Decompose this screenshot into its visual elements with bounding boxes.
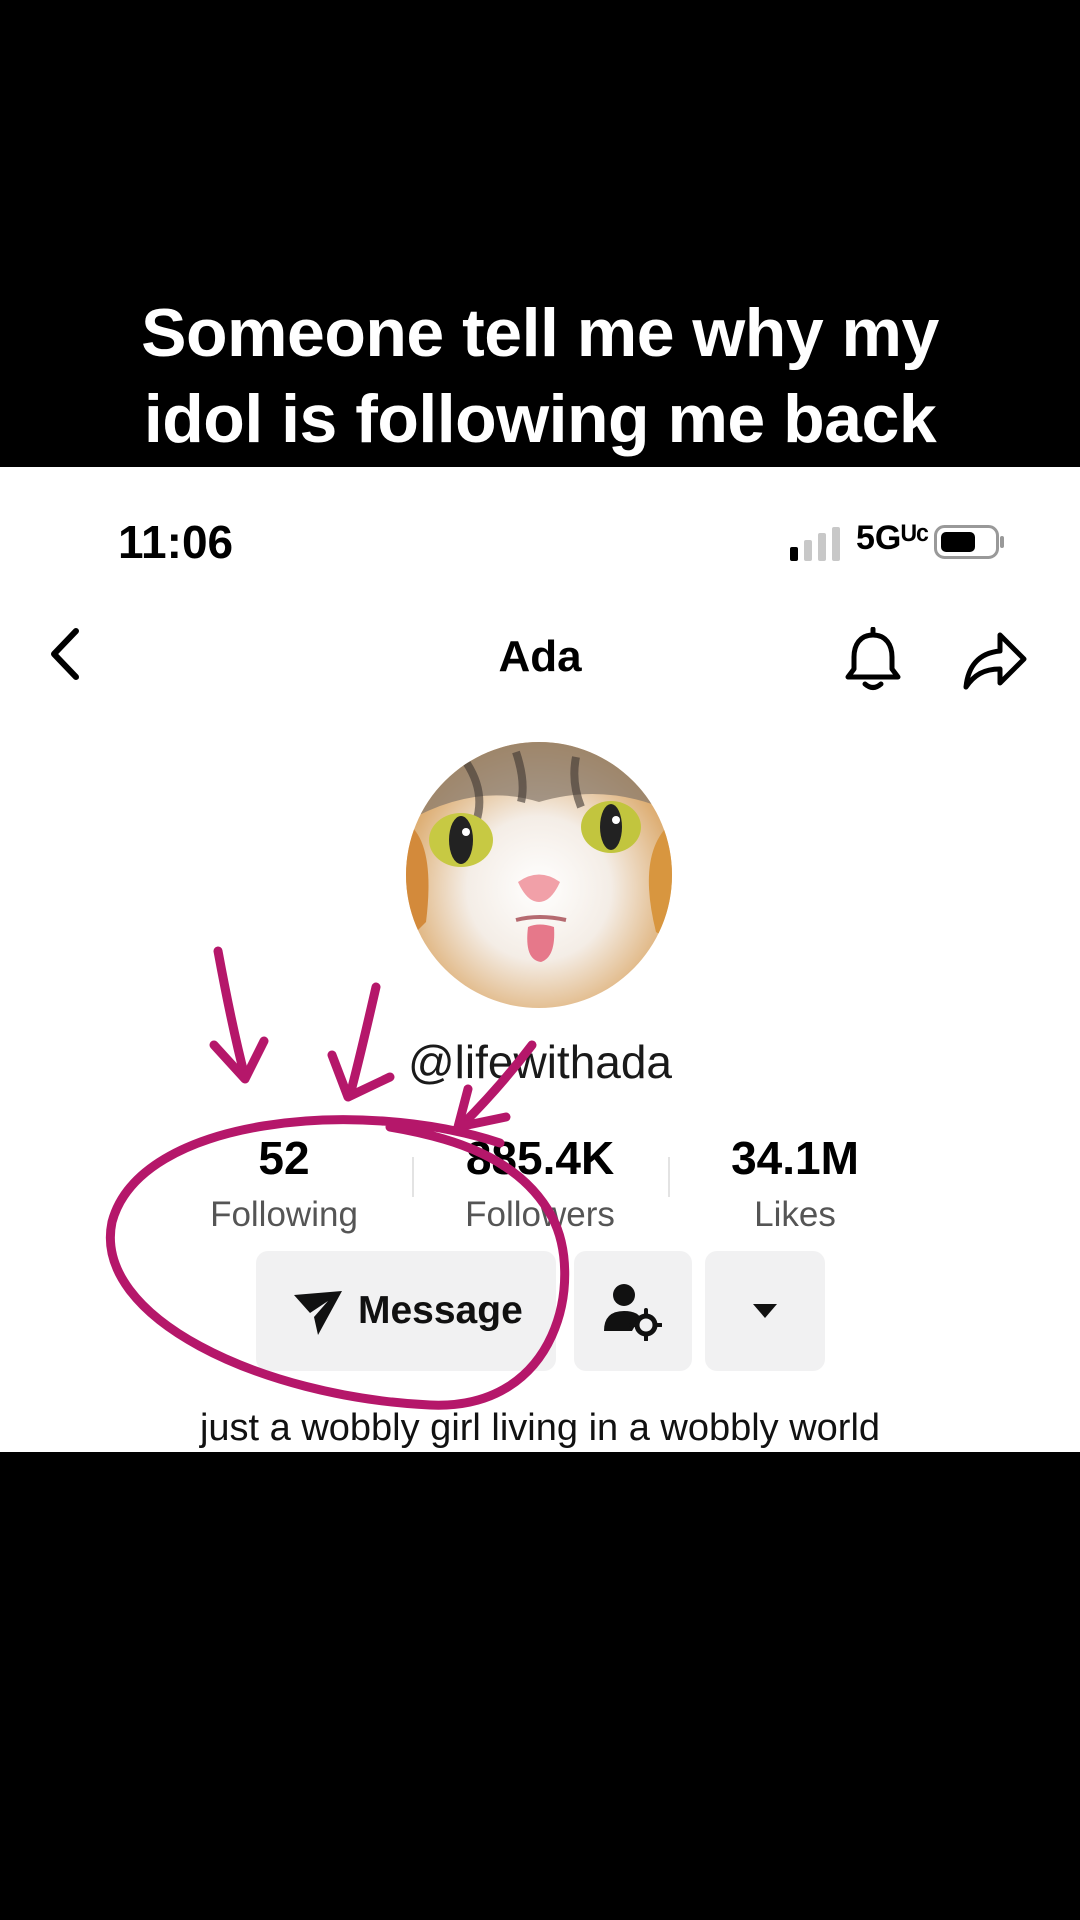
stat-following-label: Following [210, 1195, 358, 1234]
profile-handle: @lifewithada [407, 1036, 673, 1088]
caption-line-2: idol is following me back [143, 381, 937, 457]
stat-followers-value: 885.4K [465, 1132, 615, 1184]
bell-icon[interactable] [842, 627, 904, 693]
avatar[interactable] [406, 742, 672, 1008]
message-button[interactable]: Message [256, 1251, 556, 1371]
signal-icon [790, 527, 840, 561]
stat-following[interactable]: 52 Following [154, 1131, 414, 1235]
user-settings-icon [604, 1284, 662, 1341]
caret-down-icon [753, 1304, 777, 1318]
stat-likes: 34.1M Likes [665, 1131, 925, 1235]
more-options-button[interactable] [705, 1251, 825, 1371]
stat-following-value: 52 [258, 1132, 310, 1184]
share-arrow-icon[interactable] [962, 629, 1028, 691]
profile-bio: just a wobbly girl living in a wobbly wo… [199, 1407, 881, 1449]
message-button-label: Message [358, 1289, 523, 1332]
stat-likes-label: Likes [754, 1195, 836, 1234]
stat-followers[interactable]: 885.4K Followers [410, 1131, 670, 1235]
caption-line-1: Someone tell me why my [141, 295, 939, 371]
network-label: 5Gᵁᶜ [856, 519, 930, 557]
send-icon [294, 1291, 342, 1335]
caption-overlay: Someone tell me why my idol is following… [0, 290, 1080, 462]
cat-avatar-image [406, 742, 672, 1008]
status-time: 11:06 [118, 516, 234, 568]
stat-likes-value: 34.1M [731, 1132, 859, 1184]
stat-followers-label: Followers [465, 1195, 615, 1234]
friend-settings-button[interactable] [574, 1251, 692, 1371]
battery-icon [934, 525, 1004, 559]
page-title: Ada [498, 632, 582, 681]
profile-screenshot: 11:06 5Gᵁᶜ Ada @lifewithada 52 Following… [0, 467, 1080, 1452]
